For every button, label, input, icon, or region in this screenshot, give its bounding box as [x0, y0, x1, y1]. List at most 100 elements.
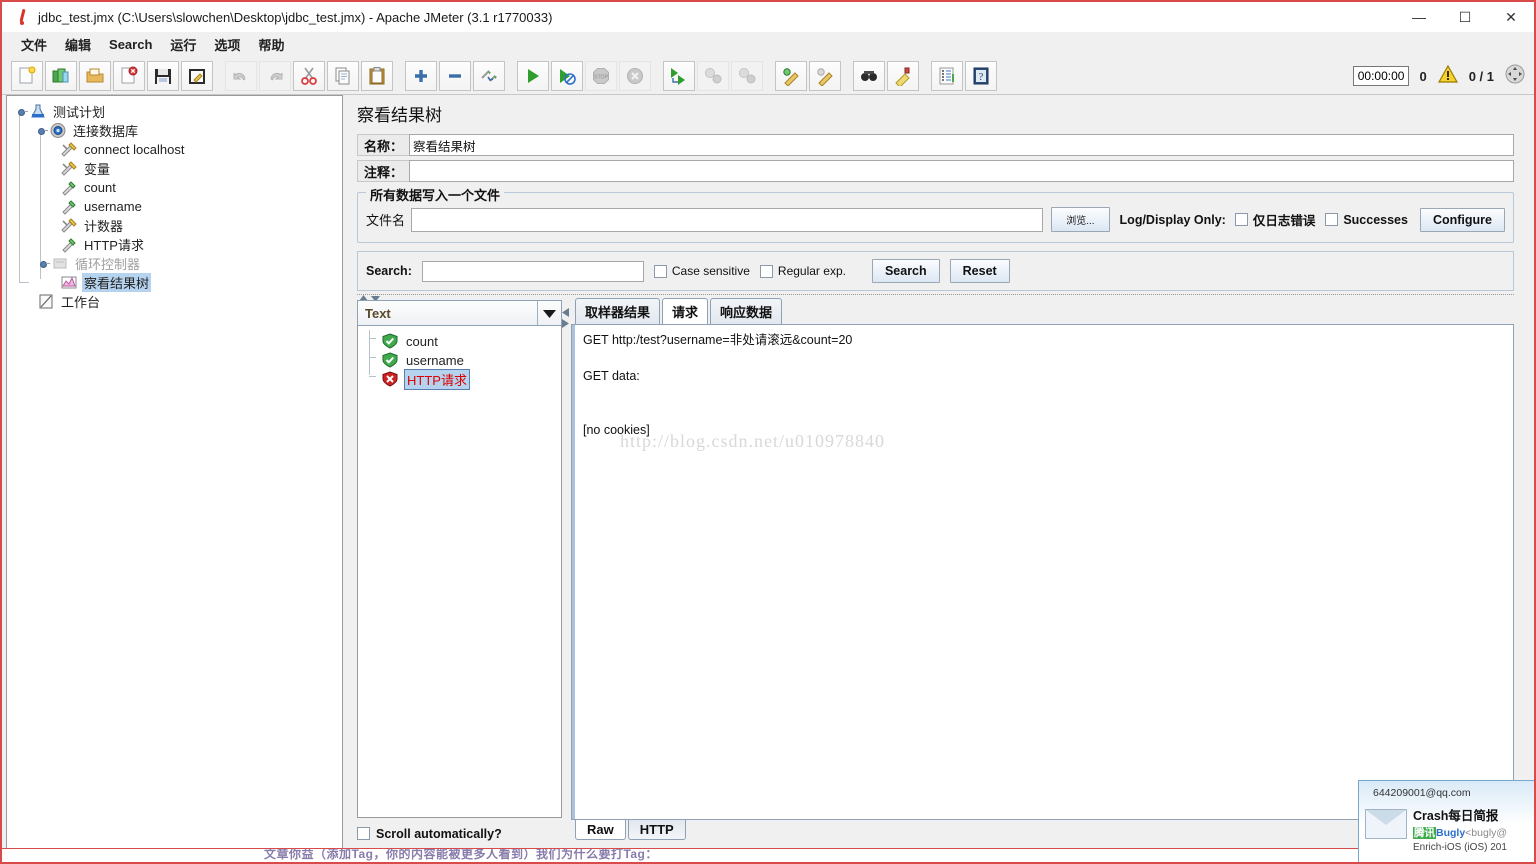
search-input[interactable] [421, 260, 644, 282]
comment-label: 注释： [357, 160, 410, 182]
tree-node-loop-controller[interactable]: 循环控制器 [15, 254, 342, 273]
templates-icon[interactable] [45, 60, 77, 91]
checkbox-box[interactable] [653, 264, 667, 278]
notification-lines: Crash每日简报 腾讯Bugly<bugly@ Enrich-iOS (iOS… [1407, 805, 1507, 853]
clear-icon[interactable] [775, 60, 807, 91]
filename-input[interactable] [411, 207, 1044, 232]
clear-all-icon[interactable] [809, 60, 841, 91]
tab-http[interactable]: HTTP [627, 820, 686, 840]
test-plan-tree[interactable]: 测试计划 连接数据库 connect localhost 变量 count us… [6, 95, 343, 852]
start-no-pauses-icon[interactable] [551, 60, 583, 91]
open-icon[interactable] [79, 60, 111, 91]
new-icon[interactable] [11, 60, 43, 91]
regex-label: Regular exp. [777, 264, 846, 278]
help-icon[interactable]: ? [965, 60, 997, 91]
tree-node-label: 连接数据库 [73, 124, 139, 139]
copy-icon[interactable] [327, 60, 359, 91]
checkbox-box[interactable] [759, 264, 773, 278]
start-icon[interactable] [517, 60, 549, 91]
stop-remote-icon[interactable] [697, 60, 729, 91]
tab-raw[interactable]: Raw [575, 820, 626, 840]
tree-node-connect-localhost[interactable]: connect localhost [15, 140, 342, 159]
stop-icon[interactable]: STOP [585, 60, 617, 91]
menu-options[interactable]: 选项 [205, 32, 249, 57]
shutdown-remote-icon[interactable] [731, 60, 763, 91]
regex-checkbox[interactable]: Regular exp. [759, 264, 846, 278]
list-item[interactable]: username [364, 351, 561, 370]
list-item-label: HTTP请求 [404, 369, 470, 390]
menu-search[interactable]: Search [100, 34, 161, 55]
comment-input[interactable] [409, 160, 1514, 182]
collapse-all-icon[interactable] [439, 60, 471, 91]
jmeter-logo-icon [14, 8, 32, 26]
save-icon[interactable] [147, 60, 179, 91]
warning-icon[interactable] [1437, 64, 1459, 89]
configure-button[interactable]: Configure [1419, 207, 1505, 232]
checkbox-box[interactable] [1234, 213, 1248, 226]
tab-sampler-result[interactable]: 取样器结果 [575, 298, 661, 324]
tree-node-counter[interactable]: 计数器 [15, 216, 342, 235]
list-item[interactable]: count [364, 332, 561, 351]
menu-edit[interactable]: 编辑 [56, 32, 100, 57]
tree-node-http-request[interactable]: HTTP请求 [15, 235, 342, 254]
pre-processor-icon [60, 236, 78, 253]
redo-icon[interactable] [259, 60, 291, 91]
expander-icon[interactable] [17, 106, 28, 117]
reset-search-icon[interactable] [887, 60, 919, 91]
maximize-button[interactable]: ☐ [1442, 2, 1488, 32]
browse-button[interactable]: 浏览... [1051, 207, 1110, 232]
expand-all-icon[interactable] [405, 60, 437, 91]
background-page-strip: 文章你益（添加Tag，你的内容能被更多人看到）我们为什么要打Tag： [2, 848, 1534, 862]
results-list[interactable]: count username HTTP请求 [357, 326, 562, 818]
tree-node-label: 测试计划 [53, 105, 106, 120]
reset-button[interactable]: Reset [949, 259, 1010, 283]
scroll-automatically-checkbox[interactable]: Scroll automatically? [357, 818, 562, 844]
response-viewer[interactable]: GET http:/test?username=非处请滚远&count=20 G… [571, 324, 1514, 820]
checkbox-box[interactable] [1325, 213, 1339, 226]
shutdown-icon[interactable] [619, 60, 651, 91]
chevron-down-icon[interactable] [537, 301, 561, 325]
test-plan-icon [29, 103, 47, 120]
notification-body: Crash每日简报 腾讯Bugly<bugly@ Enrich-iOS (iOS… [1359, 799, 1534, 853]
successes-checkbox[interactable]: Successes [1325, 213, 1408, 227]
vertical-splitter[interactable] [562, 300, 571, 844]
tree-node-test-plan[interactable]: 测试计划 [15, 102, 342, 121]
checkbox-box[interactable] [357, 827, 370, 840]
search-button[interactable]: Search [871, 259, 940, 283]
close-file-icon[interactable] [113, 60, 145, 91]
search-icon[interactable] [853, 60, 885, 91]
name-input[interactable]: 察看结果树 [409, 134, 1514, 156]
tab-request[interactable]: 请求 [662, 298, 709, 324]
tree-node-variables[interactable]: 变量 [15, 159, 342, 178]
menu-run[interactable]: 运行 [161, 32, 205, 57]
tree-node-username[interactable]: username [15, 197, 342, 216]
undo-icon[interactable] [225, 60, 257, 91]
tab-response-data[interactable]: 响应数据 [710, 298, 783, 324]
list-item[interactable]: HTTP请求 [364, 369, 561, 390]
case-sensitive-checkbox[interactable]: Case sensitive [653, 264, 750, 278]
renderer-select[interactable]: Text [357, 300, 562, 326]
comment-field-row: 注释： [357, 160, 1514, 182]
tree-node-thread-group[interactable]: 连接数据库 [15, 121, 342, 140]
tree-node-count[interactable]: count [15, 178, 342, 197]
paste-icon[interactable] [361, 60, 393, 91]
menu-file[interactable]: 文件 [12, 32, 56, 57]
email-notification-popup[interactable]: 644209001@qq.com Crash每日简报 腾讯Bugly<bugly… [1358, 780, 1534, 862]
minimize-button[interactable]: — [1396, 2, 1442, 32]
expander-icon[interactable] [37, 125, 48, 136]
success-icon [382, 352, 400, 369]
name-label: 名称： [357, 134, 410, 156]
tree-node-workbench[interactable]: 工作台 [15, 292, 342, 311]
splitter-arrows[interactable] [562, 308, 569, 328]
response-text[interactable]: GET http:/test?username=非处请滚远&count=20 G… [572, 325, 1513, 819]
menu-help[interactable]: 帮助 [249, 32, 293, 57]
save-as-icon[interactable] [181, 60, 213, 91]
cut-icon[interactable] [293, 60, 325, 91]
close-window-button[interactable]: ✕ [1488, 2, 1534, 32]
toggle-icon[interactable] [473, 60, 505, 91]
function-helper-icon[interactable] [931, 60, 963, 91]
tree-node-view-results-tree[interactable]: 察看结果树 [15, 273, 342, 292]
errors-only-checkbox[interactable]: 仅日志错误 [1234, 210, 1315, 229]
start-remote-icon[interactable] [663, 60, 695, 91]
expander-icon[interactable] [39, 258, 50, 269]
